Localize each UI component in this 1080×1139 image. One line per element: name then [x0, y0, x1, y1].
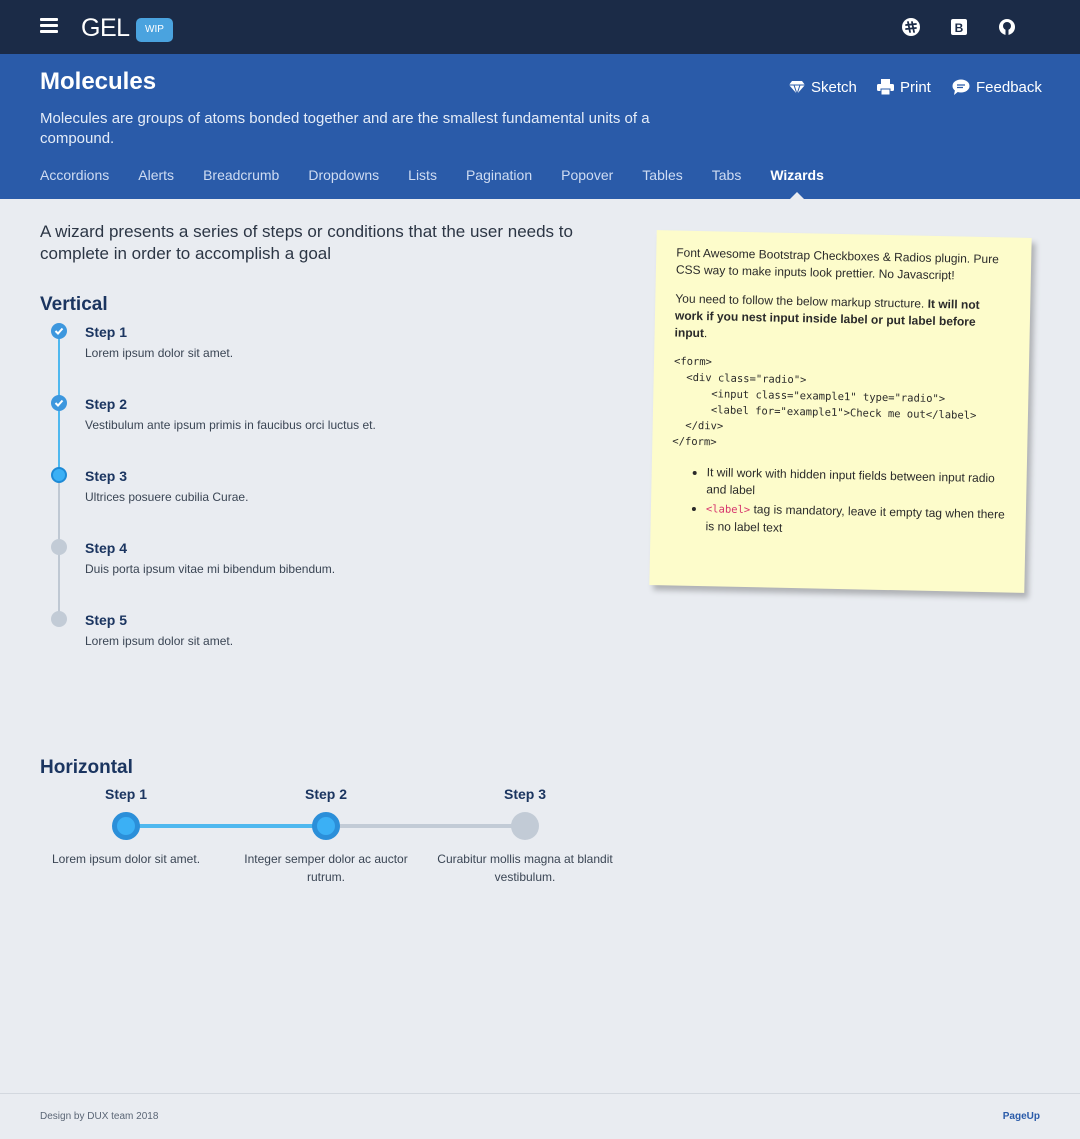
note-instructions: You need to follow the below markup stru…	[674, 291, 980, 341]
comment-icon	[952, 79, 970, 95]
note-code-sample: <form> <div class="radio"> <input class=…	[672, 355, 977, 449]
vertical-step-desc: Lorem ipsum dolor sit amet.	[85, 346, 234, 360]
sketch-button[interactable]: Sketch	[789, 78, 857, 96]
page-title: Molecules	[40, 68, 157, 95]
footer-credit: Design by DUX team 2018	[40, 1111, 159, 1122]
vertical-step-title: Step 5	[85, 612, 128, 628]
wip-badge: WIP	[136, 18, 173, 42]
diamond-icon	[789, 81, 805, 94]
step-1-check-icon	[51, 323, 67, 339]
vertical-connector	[58, 403, 60, 475]
menu-icon[interactable]	[40, 18, 58, 34]
vertical-step-desc: Duis porta ipsum vitae mi bibendum biben…	[85, 562, 336, 576]
note-list: It will work with hidden input fields be…	[705, 464, 1006, 541]
tab-tabs[interactable]: Tabs	[712, 163, 742, 187]
tab-alerts[interactable]: Alerts	[138, 163, 174, 187]
molecule-tabs: Accordions Alerts Breadcrumb Dropdowns L…	[40, 163, 853, 199]
note-list-item: <label> tag is mandatory, leave it empty…	[705, 500, 1006, 541]
step-4-pending-dot	[51, 539, 67, 555]
vertical-connector	[58, 331, 60, 403]
tab-dropdowns[interactable]: Dropdowns	[308, 163, 379, 187]
note-list-item: It will work with hidden input fields be…	[706, 464, 1007, 504]
horizontal-step-1-dot	[112, 812, 140, 840]
horizontal-step-desc: Curabitur mollis magna at blandit vestib…	[437, 852, 613, 884]
horizontal-step-desc: Integer semper dolor ac auctor rutrum.	[244, 852, 408, 884]
step-5-pending-dot	[51, 611, 67, 627]
step-3-current-dot	[51, 467, 67, 483]
vertical-step-desc: Lorem ipsum dolor sit amet.	[85, 634, 234, 648]
tab-accordions[interactable]: Accordions	[40, 163, 109, 187]
vertical-step-title: Step 2	[85, 396, 128, 412]
page-description: Molecules are groups of atoms bonded tog…	[40, 110, 650, 147]
horizontal-section-title: Horizontal	[40, 757, 133, 778]
print-label: Print	[900, 78, 931, 96]
page-header: Molecules Molecules are groups of atoms …	[0, 54, 1080, 199]
vertical-step-desc: Vestibulum ante ipsum primis in faucibus…	[85, 418, 376, 432]
horizontal-progress-pending	[326, 824, 526, 828]
horizontal-step-desc: Lorem ipsum dolor sit amet.	[51, 852, 201, 866]
horizontal-step-3-dot	[511, 812, 539, 840]
vertical-step-title: Step 4	[85, 540, 128, 556]
step-2-check-icon	[51, 395, 67, 411]
tab-wizards[interactable]: Wizards	[770, 163, 824, 199]
logo[interactable]: GEL	[81, 14, 130, 43]
horizontal-step-2-dot	[312, 812, 340, 840]
note-intro: Font Awesome Bootstrap Checkboxes & Radi…	[675, 245, 999, 283]
tab-tables[interactable]: Tables	[642, 163, 682, 187]
pageup-link[interactable]: PageUp	[1003, 1111, 1040, 1122]
github-icon[interactable]	[996, 16, 1018, 38]
tab-pagination[interactable]: Pagination	[466, 163, 532, 187]
feedback-button[interactable]: Feedback	[952, 78, 1042, 96]
vertical-section-title: Vertical	[40, 294, 108, 315]
print-icon	[877, 79, 894, 95]
tab-breadcrumb[interactable]: Breadcrumb	[203, 163, 279, 187]
horizontal-step-title: Step 3	[503, 786, 546, 802]
top-navbar: GEL WIP B	[0, 0, 1080, 54]
tab-lists[interactable]: Lists	[408, 163, 437, 187]
footer: Design by DUX team 2018 PageUp	[0, 1093, 1080, 1139]
tab-popover[interactable]: Popover	[561, 163, 613, 187]
horizontal-progress-done	[126, 824, 326, 828]
sticky-note: Font Awesome Bootstrap Checkboxes & Radi…	[649, 230, 1032, 593]
feedback-label: Feedback	[976, 78, 1042, 96]
vertical-step-title: Step 1	[85, 324, 128, 340]
horizontal-step-title: Step 1	[104, 786, 147, 802]
slack-icon[interactable]	[900, 16, 922, 38]
bootstrap-icon[interactable]: B	[948, 16, 970, 38]
vertical-step-desc: Ultrices posuere cubilia Curae.	[85, 490, 249, 504]
wizard-intro: A wizard presents a series of steps or c…	[40, 222, 573, 263]
horizontal-step-title: Step 2	[304, 786, 347, 802]
svg-text:B: B	[955, 21, 964, 35]
vertical-step-title: Step 3	[85, 468, 128, 484]
sketch-label: Sketch	[811, 78, 857, 96]
print-button[interactable]: Print	[877, 78, 931, 96]
